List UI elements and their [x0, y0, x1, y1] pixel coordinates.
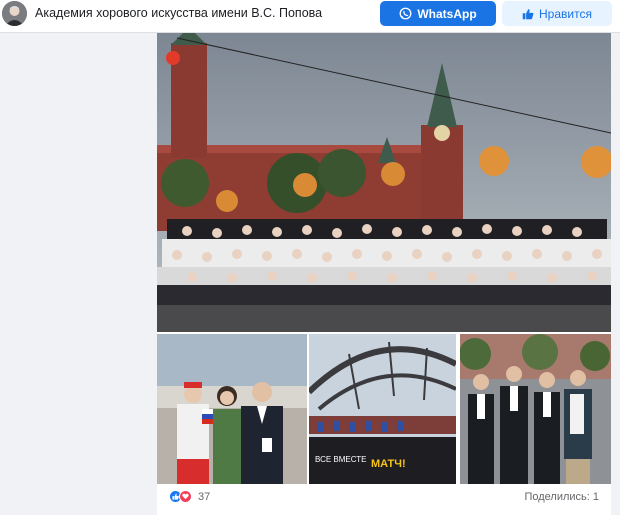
whatsapp-button[interactable]: WhatsApp — [380, 1, 496, 26]
post-card: ВСЕ ВМЕСТЕ МАТЧ! 37 Поделились: 1 — [157, 33, 611, 515]
reactions-summary[interactable]: 37 — [169, 490, 210, 503]
page-avatar[interactable] — [2, 1, 27, 26]
match-logo-text: МАТЧ! — [371, 458, 406, 470]
like-label: Нравится — [539, 6, 592, 21]
reaction-count: 37 — [198, 490, 211, 503]
photo-people-with-flag[interactable] — [157, 334, 307, 484]
whatsapp-icon — [399, 7, 412, 20]
page-header: Академия хорового искусства имени В.С. П… — [0, 0, 620, 33]
whatsapp-label: WhatsApp — [417, 6, 477, 21]
page-title[interactable]: Академия хорового искусства имени В.С. П… — [35, 6, 322, 20]
photo-choir-main[interactable] — [157, 33, 611, 332]
photo-stage-canopy[interactable]: ВСЕ ВМЕСТЕ МАТЧ! — [309, 334, 456, 484]
thumbs-up-icon — [522, 8, 534, 19]
stage-sticker-text: ВСЕ ВМЕСТЕ — [315, 455, 366, 464]
photo-group-in-suits[interactable] — [460, 334, 611, 484]
love-reaction-icon — [179, 490, 192, 503]
shares-count[interactable]: Поделились: 1 — [524, 491, 599, 503]
like-page-button[interactable]: Нравится — [502, 1, 612, 26]
